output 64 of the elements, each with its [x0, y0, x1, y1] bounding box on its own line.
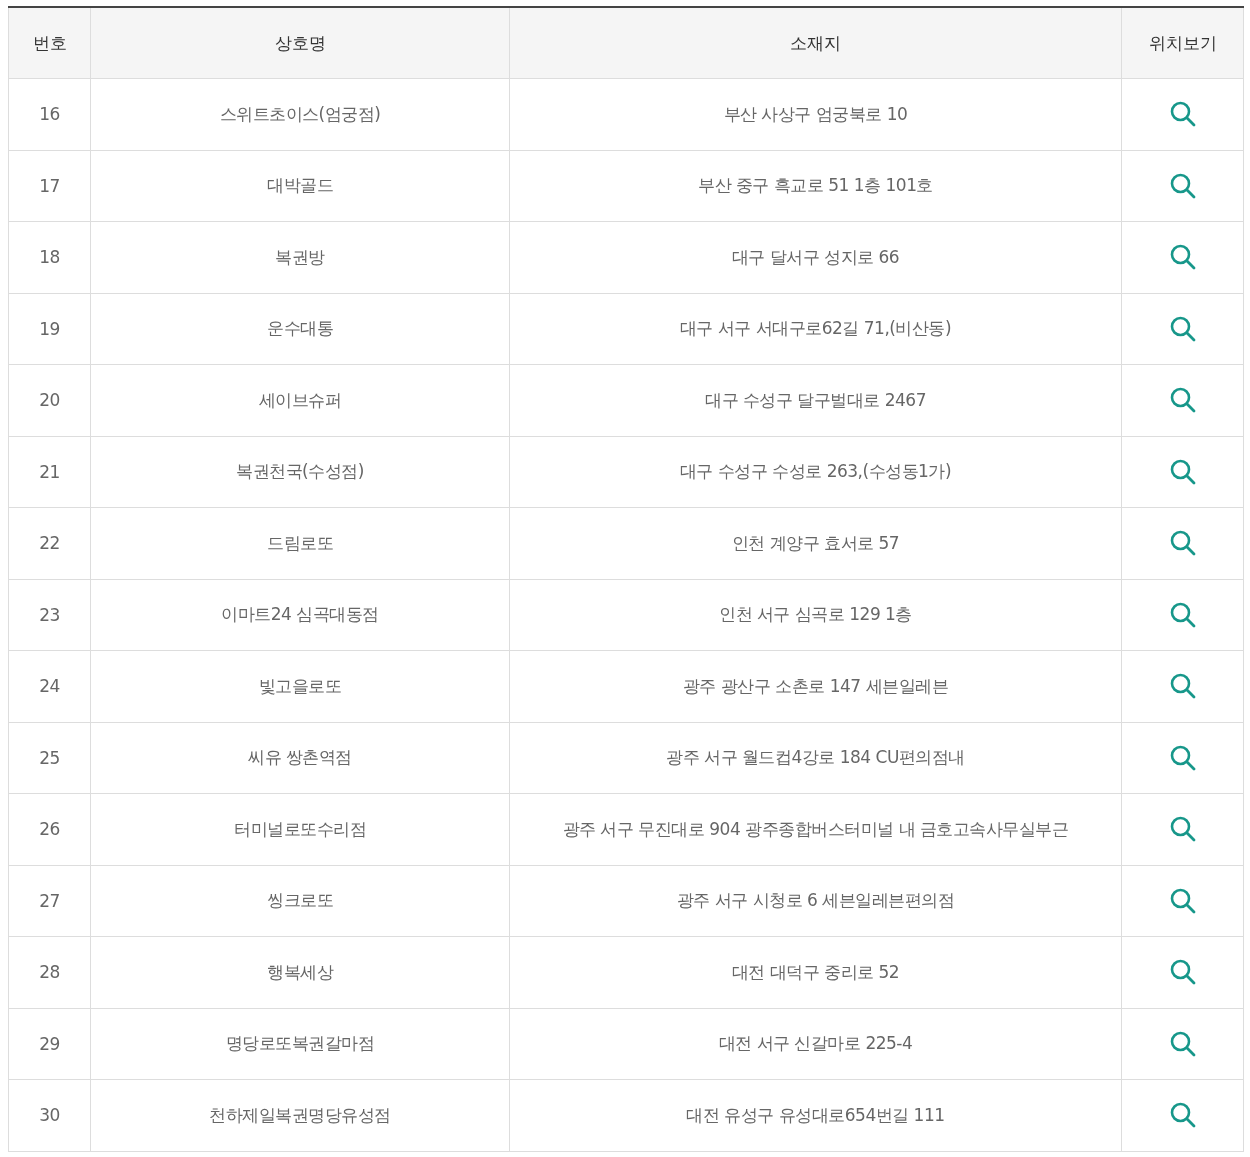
table-cell: 드림로또 [90, 507, 510, 579]
table-cell: 17 [8, 150, 91, 222]
table-cell: 23 [8, 579, 91, 651]
table-cell: 천하제일복권명당유성점 [90, 1079, 510, 1151]
search-icon[interactable] [1168, 958, 1197, 987]
search-icon[interactable] [1168, 815, 1197, 844]
table-cell: 25 [8, 722, 91, 794]
table-cell: 대구 수성구 수성로 263,(수성동1가) [509, 436, 1122, 508]
table-cell: 대전 서구 신갈마로 225-4 [509, 1008, 1122, 1080]
table-cell: 22 [8, 507, 91, 579]
column-header: 위치보기 [1121, 7, 1244, 79]
table-cell: 27 [8, 865, 91, 937]
table-cell: 복권방 [90, 221, 510, 293]
table-cell: 21 [8, 436, 91, 508]
table-cell: 광주 서구 월드컵4강로 184 CU편의점내 [509, 722, 1122, 794]
table-cell: 광주 광산구 소촌로 147 세븐일레븐 [509, 650, 1122, 722]
search-icon[interactable] [1168, 243, 1197, 272]
table-cell: 인천 서구 심곡로 129 1층 [509, 579, 1122, 651]
table-cell: 30 [8, 1079, 91, 1151]
table-cell: 운수대통 [90, 293, 510, 365]
table-cell: 빛고을로또 [90, 650, 510, 722]
search-icon[interactable] [1168, 314, 1197, 343]
table-cell: 씨유 쌍촌역점 [90, 722, 510, 794]
table-cell: 행복세상 [90, 936, 510, 1008]
table-cell: 씽크로또 [90, 865, 510, 937]
search-icon[interactable] [1168, 386, 1197, 415]
table-cell: 18 [8, 221, 91, 293]
search-icon[interactable] [1168, 886, 1197, 915]
table-cell: 26 [8, 793, 91, 865]
table-cell: 복권천국(수성점) [90, 436, 510, 508]
table-cell: 스위트초이스(엄궁점) [90, 78, 510, 150]
column-header: 상호명 [90, 7, 510, 79]
table-cell: 광주 서구 무진대로 904 광주종합버스터미널 내 금호고속사무실부근 [509, 793, 1122, 865]
table-cell: 부산 사상구 엄궁북로 10 [509, 78, 1122, 150]
table-cell: 28 [8, 936, 91, 1008]
table-cell: 대전 유성구 유성대로654번길 111 [509, 1079, 1122, 1151]
table-cell: 16 [8, 78, 91, 150]
table-cell: 대구 달서구 성지로 66 [509, 221, 1122, 293]
table-cell: 세이브슈퍼 [90, 364, 510, 436]
table-cell: 대구 서구 서대구로62길 71,(비산동) [509, 293, 1122, 365]
table-cell: 이마트24 심곡대동점 [90, 579, 510, 651]
table-cell: 광주 서구 시청로 6 세븐일레븐편의점 [509, 865, 1122, 937]
table-cell: 24 [8, 650, 91, 722]
column-header: 소재지 [509, 7, 1122, 79]
table-cell: 대전 대덕구 중리로 52 [509, 936, 1122, 1008]
search-icon[interactable] [1168, 529, 1197, 558]
search-icon[interactable] [1168, 1101, 1197, 1130]
table-cell: 20 [8, 364, 91, 436]
search-icon[interactable] [1168, 600, 1197, 629]
table-cell: 인천 계양구 효서로 57 [509, 507, 1122, 579]
search-icon[interactable] [1168, 1029, 1197, 1058]
search-icon[interactable] [1168, 171, 1197, 200]
search-icon[interactable] [1168, 672, 1197, 701]
table-cell: 부산 중구 흑교로 51 1층 101호 [509, 150, 1122, 222]
table-cell: 19 [8, 293, 91, 365]
table-cell: 명당로또복권갈마점 [90, 1008, 510, 1080]
table-cell: 대구 수성구 달구벌대로 2467 [509, 364, 1122, 436]
search-icon[interactable] [1168, 100, 1197, 129]
search-icon[interactable] [1168, 743, 1197, 772]
table-cell: 29 [8, 1008, 91, 1080]
column-header: 번호 [8, 7, 91, 79]
search-icon[interactable] [1168, 457, 1197, 486]
table-cell: 터미널로또수리점 [90, 793, 510, 865]
table-cell: 대박골드 [90, 150, 510, 222]
